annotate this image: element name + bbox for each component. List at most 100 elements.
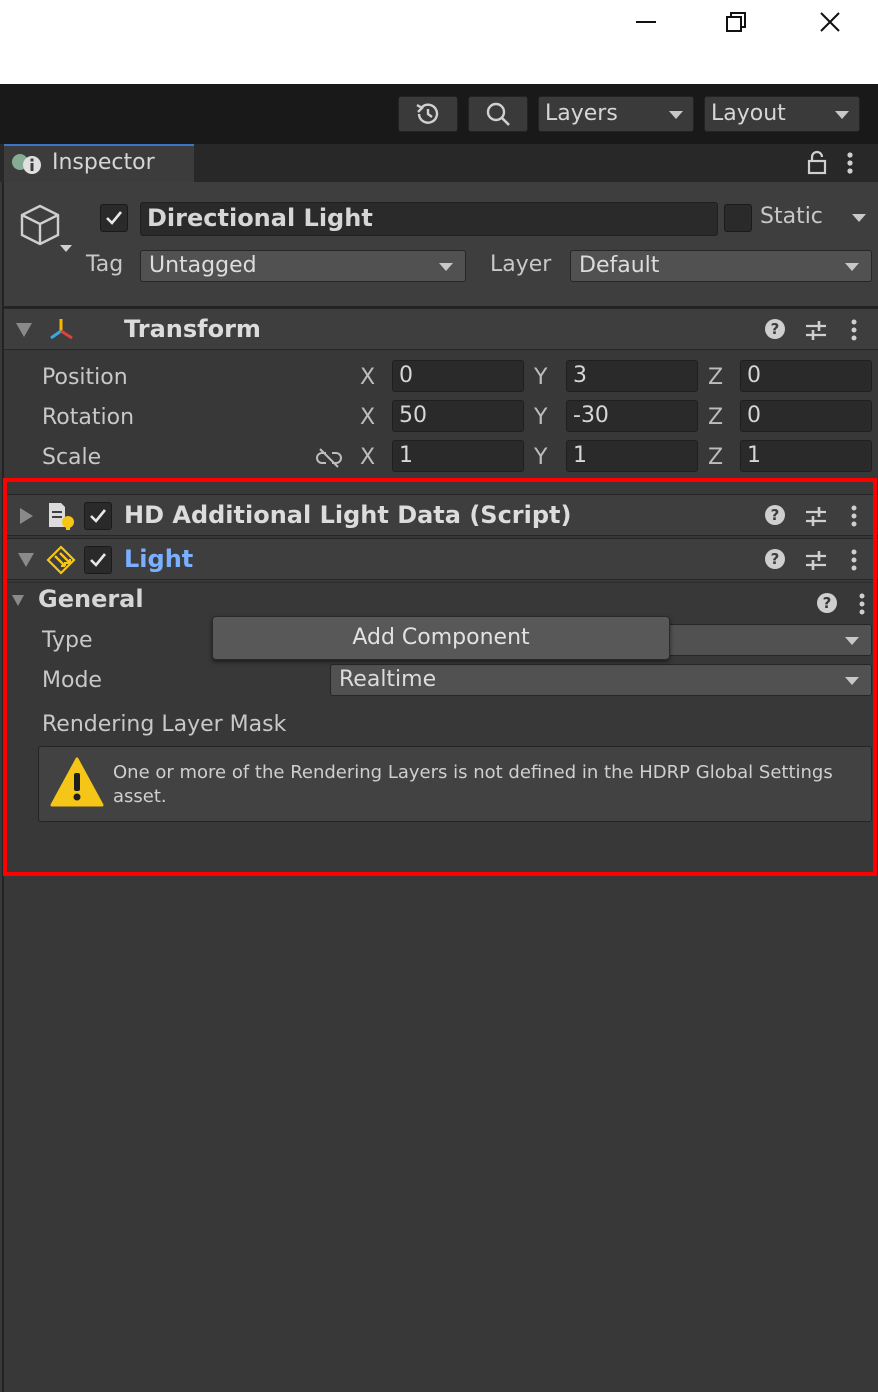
warning-message: One or more of the Rendering Layers is n… <box>113 762 833 807</box>
general-title: General <box>38 585 144 613</box>
rotation-y-field[interactable]: -30 <box>566 400 698 432</box>
position-x-field[interactable]: 0 <box>392 360 524 392</box>
svg-text:?: ? <box>771 550 780 568</box>
transform-header[interactable]: Transform ? <box>4 308 878 350</box>
scale-y-field[interactable]: 1 <box>566 440 698 472</box>
foldout-expanded-icon[interactable] <box>18 553 34 567</box>
layout-dropdown[interactable]: Layout <box>704 96 860 132</box>
layer-value: Default <box>579 253 660 278</box>
axis-z-label: Z <box>708 405 724 430</box>
foldout-expanded-icon[interactable] <box>16 323 32 337</box>
search-icon <box>486 102 510 126</box>
scale-z-value: 1 <box>747 443 761 468</box>
kebab-menu-icon[interactable] <box>848 318 860 346</box>
mode-value: Realtime <box>339 667 437 692</box>
general-section-header[interactable]: General ? <box>4 582 878 618</box>
restore-icon <box>726 12 746 32</box>
position-y-field[interactable]: 3 <box>566 360 698 392</box>
layout-dropdown-label: Layout <box>711 101 786 126</box>
kebab-menu-icon[interactable] <box>856 592 868 620</box>
help-icon[interactable]: ? <box>764 318 786 344</box>
history-button[interactable] <box>398 96 458 132</box>
close-button[interactable] <box>794 0 866 44</box>
gameobject-active-checkbox[interactable] <box>100 204 128 232</box>
checkmark-icon <box>90 553 107 567</box>
hd-light-data-enabled-checkbox[interactable] <box>84 502 112 530</box>
close-icon <box>820 12 840 32</box>
warning-icon <box>49 755 105 815</box>
axis-x-label: X <box>360 365 376 390</box>
svg-text:?: ? <box>771 506 780 524</box>
rotation-y-value: -30 <box>573 403 609 428</box>
scale-z-field[interactable]: 1 <box>740 440 872 472</box>
static-label: Static <box>760 204 823 229</box>
minimize-icon <box>636 21 656 23</box>
static-dropdown-icon[interactable] <box>852 214 866 222</box>
rotation-x-value: 50 <box>399 403 427 428</box>
light-enabled-checkbox[interactable] <box>84 546 112 574</box>
kebab-menu-icon[interactable] <box>848 548 860 576</box>
axis-z-label: Z <box>708 365 724 390</box>
chevron-down-icon <box>669 111 683 119</box>
editor-toolbar: Layers Layout <box>0 84 878 144</box>
script-icon <box>46 501 78 535</box>
mode-dropdown[interactable]: Realtime <box>330 664 872 696</box>
position-z-field[interactable]: 0 <box>740 360 872 392</box>
kebab-menu-icon[interactable] <box>848 504 860 532</box>
axis-y-label: Y <box>534 405 548 430</box>
transform-title: Transform <box>124 315 261 343</box>
hd-light-data-header[interactable]: HD Additional Light Data (Script) ? <box>4 494 878 536</box>
window-titlebar <box>0 0 878 84</box>
restore-button[interactable] <box>700 0 772 44</box>
chevron-down-icon <box>835 111 849 119</box>
rotation-x-field[interactable]: 50 <box>392 400 524 432</box>
foldout-collapsed-icon[interactable] <box>20 508 33 524</box>
position-z-value: 0 <box>747 363 761 388</box>
rotation-z-value: 0 <box>747 403 761 428</box>
foldout-expanded-icon[interactable] <box>12 595 24 606</box>
axis-z-label: Z <box>708 445 724 470</box>
tab-bar: Inspector <box>0 144 878 182</box>
rendering-layer-warning: One or more of the Rendering Layers is n… <box>38 746 872 822</box>
gameobject-name-field[interactable]: Directional Light <box>140 202 718 236</box>
search-button[interactable] <box>468 96 528 132</box>
chevron-down-icon <box>845 263 859 271</box>
layers-dropdown-label: Layers <box>545 101 618 126</box>
chevron-down-icon <box>439 263 453 271</box>
gameobject-cube-icon[interactable] <box>16 202 76 264</box>
gameobject-header: Directional Light Static Tag Untagged La… <box>4 182 878 308</box>
light-header[interactable]: Light ? <box>4 538 878 580</box>
tag-value: Untagged <box>149 253 257 278</box>
lock-icon[interactable] <box>806 150 828 180</box>
position-x-value: 0 <box>399 363 413 388</box>
help-icon[interactable]: ? <box>764 504 786 530</box>
minimize-button[interactable] <box>610 0 682 44</box>
help-icon[interactable]: ? <box>816 592 838 618</box>
axis-y-label: Y <box>534 365 548 390</box>
transform-icon <box>46 316 76 348</box>
unlink-icon[interactable] <box>316 448 342 472</box>
tag-label: Tag <box>86 252 124 277</box>
layers-dropdown[interactable]: Layers <box>538 96 694 132</box>
help-icon[interactable]: ? <box>764 548 786 574</box>
preset-icon[interactable] <box>804 504 828 532</box>
tab-inspector[interactable]: Inspector <box>4 144 194 182</box>
axis-y-label: Y <box>534 445 548 470</box>
checkmark-icon <box>90 509 107 523</box>
directional-light-icon <box>46 545 78 579</box>
scale-y-value: 1 <box>573 443 587 468</box>
preset-icon[interactable] <box>804 318 828 346</box>
scale-x-value: 1 <box>399 443 413 468</box>
preset-icon[interactable] <box>804 548 828 576</box>
kebab-menu-icon[interactable] <box>844 150 856 180</box>
tag-dropdown[interactable]: Untagged <box>140 250 466 282</box>
add-component-button[interactable]: Add Component <box>212 616 670 660</box>
chevron-down-icon <box>845 677 859 685</box>
scale-x-field[interactable]: 1 <box>392 440 524 472</box>
info-icon <box>10 153 44 181</box>
rotation-z-field[interactable]: 0 <box>740 400 872 432</box>
rotation-label: Rotation <box>42 405 135 430</box>
static-checkbox[interactable] <box>724 204 752 232</box>
layer-dropdown[interactable]: Default <box>570 250 872 282</box>
layer-label: Layer <box>490 252 552 277</box>
